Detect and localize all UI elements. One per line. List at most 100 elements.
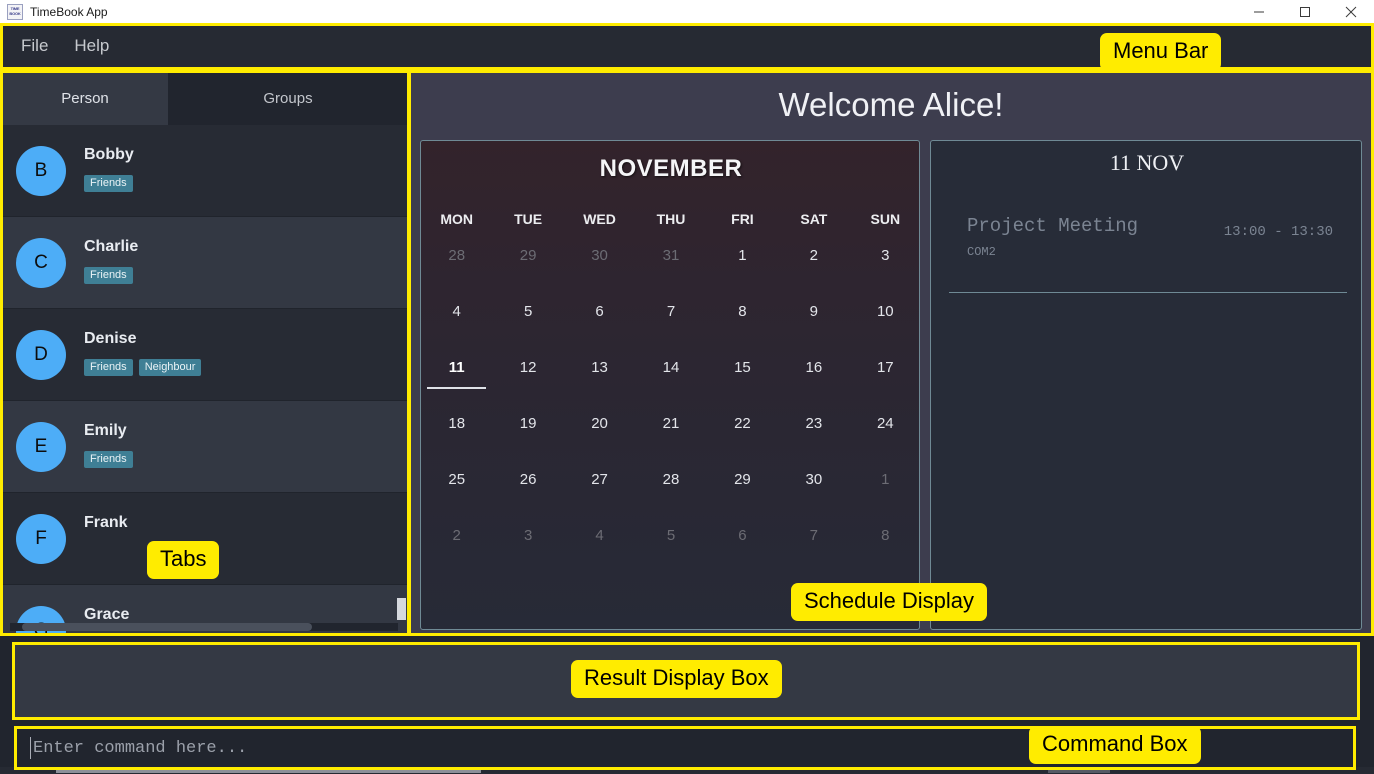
tab-person[interactable]: Person bbox=[2, 72, 168, 125]
calendar-day-cell[interactable]: 14 bbox=[635, 351, 706, 407]
command-caret bbox=[30, 737, 31, 759]
calendar-day-cell[interactable]: 18 bbox=[421, 407, 492, 463]
app-icon: TIME BOOK bbox=[7, 3, 23, 20]
calendar-day-cell[interactable]: 25 bbox=[421, 463, 492, 519]
calendar-panel[interactable]: NOVEMBER MON TUE WED THU FRI SAT SUN 28 29 30 31 1 2… bbox=[420, 140, 920, 630]
app-window: TIME BOOK TimeBook App File Help Person … bbox=[0, 0, 1374, 774]
calendar-day-selected[interactable]: 11 bbox=[421, 351, 492, 407]
person-list-hscrollbar-thumb[interactable] bbox=[22, 623, 312, 631]
calendar-day-cell[interactable]: 16 bbox=[778, 351, 849, 407]
avatar: C bbox=[16, 238, 66, 288]
calendar-day-cell[interactable]: 20 bbox=[564, 407, 635, 463]
status-bar bbox=[0, 767, 1374, 774]
calendar-day-header: TUE bbox=[514, 211, 543, 227]
calendar-day-header: MON bbox=[440, 211, 474, 227]
calendar-day-cell[interactable]: 29 bbox=[707, 463, 778, 519]
calendar-day-cell[interactable]: 3 bbox=[850, 239, 919, 295]
tab-bar: Person Groups bbox=[2, 72, 408, 125]
calendar-day-cell[interactable]: 28 bbox=[635, 463, 706, 519]
calendar-day-cell[interactable]: 6 bbox=[707, 519, 778, 575]
window-title: TimeBook App bbox=[30, 4, 108, 19]
calendar-day-cell[interactable]: 30 bbox=[564, 239, 635, 295]
annotation-label-schedule: Schedule Display bbox=[791, 583, 987, 621]
person-name: Denise bbox=[84, 330, 137, 347]
main-panel: Welcome Alice! NOVEMBER MON TUE WED THU FRI S… bbox=[410, 72, 1372, 634]
annotation-label-result: Result Display Box bbox=[571, 660, 782, 698]
person-tag: Friends bbox=[84, 267, 133, 284]
calendar-day-cell[interactable]: 27 bbox=[564, 463, 635, 519]
person-tag-list: Friends Neighbour bbox=[84, 359, 202, 376]
calendar-day-cell[interactable]: 24 bbox=[850, 407, 919, 463]
maximize-icon[interactable] bbox=[1282, 0, 1328, 23]
person-list-item[interactable]: E Emily Friends bbox=[2, 401, 408, 493]
person-tag-list: Friends bbox=[84, 175, 133, 192]
calendar-day-header: THU bbox=[656, 211, 686, 227]
calendar-day-cell[interactable]: 21 bbox=[635, 407, 706, 463]
calendar-day-cell[interactable]: 2 bbox=[778, 239, 849, 295]
menu-item-file[interactable]: File bbox=[9, 33, 60, 59]
calendar-day-cell[interactable]: 5 bbox=[635, 519, 706, 575]
calendar-day-cell[interactable]: 15 bbox=[707, 351, 778, 407]
calendar-day-cell[interactable]: 13 bbox=[564, 351, 635, 407]
person-list-hscrollbar[interactable] bbox=[10, 623, 398, 631]
calendar-day-cell[interactable]: 8 bbox=[850, 519, 919, 575]
person-list-vscrollbar-thumb[interactable] bbox=[397, 598, 406, 620]
calendar-day-cell[interactable]: 9 bbox=[778, 295, 849, 351]
calendar-day-cell[interactable]: 7 bbox=[778, 519, 849, 575]
person-list-item[interactable]: B Bobby Friends bbox=[2, 125, 408, 217]
schedule-event-location: COM2 bbox=[967, 245, 996, 259]
calendar-day-cell[interactable]: 10 bbox=[850, 295, 919, 351]
calendar-day-cell[interactable]: 1 bbox=[707, 239, 778, 295]
command-input-placeholder[interactable]: Enter command here... bbox=[33, 739, 247, 758]
calendar-day-cell[interactable]: 17 bbox=[850, 351, 919, 407]
calendar-day-cell[interactable]: 26 bbox=[492, 463, 563, 519]
calendar-day-cell[interactable]: 7 bbox=[635, 295, 706, 351]
calendar-day-header: SUN bbox=[870, 211, 901, 227]
status-scrollbar-thumb-left[interactable] bbox=[56, 768, 481, 773]
welcome-message: Welcome Alice! bbox=[778, 86, 1004, 123]
status-scrollbar-thumb-right[interactable] bbox=[1048, 768, 1110, 773]
calendar-day-header: FRI bbox=[731, 211, 754, 227]
person-tag-list: Friends bbox=[84, 451, 133, 468]
menu-item-help[interactable]: Help bbox=[62, 33, 121, 59]
person-name: Bobby bbox=[84, 146, 134, 163]
person-tag: Friends bbox=[84, 359, 133, 376]
schedule-event-time: 13:00 - 13:30 bbox=[1223, 224, 1333, 240]
calendar-month-title: NOVEMBER bbox=[599, 155, 743, 182]
calendar-day-cell[interactable]: 4 bbox=[421, 295, 492, 351]
person-list-item[interactable]: D Denise Friends Neighbour bbox=[2, 309, 408, 401]
person-list-item[interactable]: C Charlie Friends bbox=[2, 217, 408, 309]
calendar-day-cell[interactable]: 23 bbox=[778, 407, 849, 463]
calendar-day-cell[interactable]: 31 bbox=[635, 239, 706, 295]
calendar-day-cell[interactable]: 29 bbox=[492, 239, 563, 295]
avatar: D bbox=[16, 330, 66, 380]
calendar-day-cell[interactable]: 2 bbox=[421, 519, 492, 575]
calendar-day-cell[interactable]: 1 bbox=[850, 463, 919, 519]
title-bar: TIME BOOK TimeBook App bbox=[0, 0, 1374, 23]
calendar-day-cell[interactable]: 12 bbox=[492, 351, 563, 407]
minimize-icon[interactable] bbox=[1236, 0, 1282, 23]
avatar: F bbox=[16, 514, 66, 564]
calendar-day-cell[interactable]: 8 bbox=[707, 295, 778, 351]
close-icon[interactable] bbox=[1328, 0, 1374, 23]
calendar-day-cell[interactable]: 30 bbox=[778, 463, 849, 519]
calendar-day-cell[interactable]: 6 bbox=[564, 295, 635, 351]
calendar-day-cell[interactable]: 5 bbox=[492, 295, 563, 351]
calendar-day-header: WED bbox=[583, 211, 616, 227]
app-icon-line2: BOOK bbox=[9, 10, 21, 16]
calendar-day-cell[interactable]: 4 bbox=[564, 519, 635, 575]
schedule-panel: 11 NOV Project Meeting COM2 13:00 - 13:30 bbox=[930, 140, 1362, 630]
tab-groups[interactable]: Groups bbox=[168, 72, 408, 125]
annotation-label-menu-bar: Menu Bar bbox=[1100, 33, 1222, 71]
calendar-day-cell[interactable]: 3 bbox=[492, 519, 563, 575]
calendar-day-cell[interactable]: 28 bbox=[421, 239, 492, 295]
calendar-grid[interactable]: MON TUE WED THU FRI SAT SUN 28 29 30 31 1 2 3 4 5 6 7 8 9 10… bbox=[421, 199, 919, 575]
schedule-event: Project Meeting COM2 13:00 - 13:30 bbox=[949, 207, 1347, 293]
avatar: B bbox=[16, 146, 66, 196]
person-name: Charlie bbox=[84, 238, 139, 255]
calendar-day-header: SAT bbox=[800, 211, 828, 227]
calendar-day-cell[interactable]: 22 bbox=[707, 407, 778, 463]
calendar-day-cell[interactable]: 19 bbox=[492, 407, 563, 463]
schedule-date-title: 11 NOV bbox=[1109, 150, 1185, 175]
annotation-label-command: Command Box bbox=[1029, 726, 1201, 764]
